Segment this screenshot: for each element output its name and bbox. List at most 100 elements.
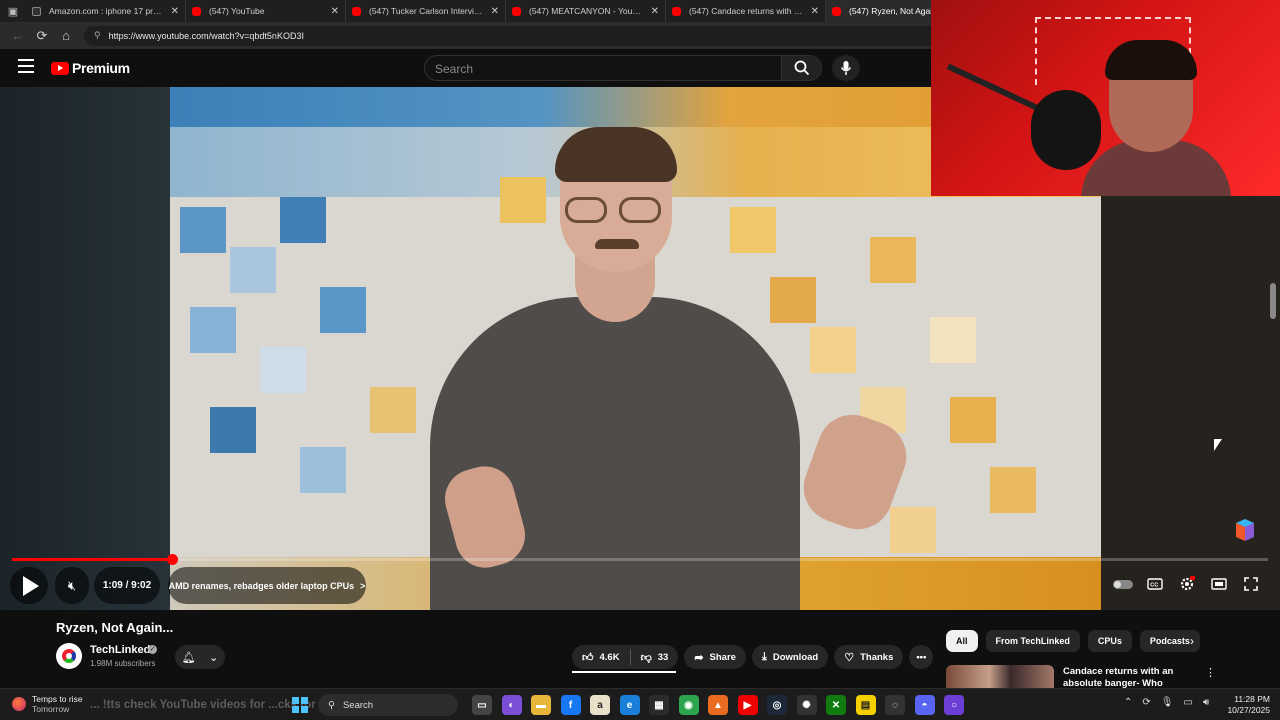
taskbar-apps: ▭ ◐ ▬ f a e ▦ ◉ ▲ ▶ ◎ ✺ ✕ ▤ ◌ ◓ ○ [472,695,964,715]
discord-icon[interactable]: ◓ [914,695,935,715]
channel-watermark-icon[interactable] [1234,519,1256,543]
autoplay-toggle[interactable] [1112,573,1134,595]
clock-date: 10/27/2025 [1227,705,1270,715]
youtube-icon [672,6,681,16]
taskbar-search[interactable]: ⚲ Search [318,694,458,716]
site-info-icon[interactable]: ⚲ [94,30,101,41]
search-button[interactable] [782,55,822,81]
network-icon[interactable]: ▭ [1183,697,1192,708]
close-tab-icon[interactable]: ✕ [491,6,499,17]
scrubber-handle[interactable] [166,554,178,565]
chip-from-channel[interactable]: From TechLinked [985,630,1080,652]
captions-button[interactable]: CC [1144,573,1166,595]
download-label: Download [772,651,819,663]
like-button[interactable]: 👍︎ 4.6K [572,645,630,669]
chevron-down-icon: ⌄ [209,651,219,664]
video-details: Ryzen, Not Again... TechLinked ✓ 1.98M s… [0,610,1280,688]
sticky-notes-icon[interactable]: ▤ [855,695,876,715]
menu-icon[interactable] [18,59,34,73]
subscription-bell-button[interactable]: 🔔︎ ⌄ [175,645,225,669]
progress-bar[interactable] [12,554,1268,565]
verified-icon: ✓ [148,645,157,654]
more-actions-button[interactable]: ••• [909,645,934,669]
steam-icon[interactable]: ◎ [767,695,787,715]
video-title: Ryzen, Not Again... [56,620,174,635]
thumbs-down-icon: 👎︎ [640,651,652,664]
amazon-icon[interactable]: a [590,695,610,715]
browser-tab[interactable]: (547) YouTube ✕ [186,0,346,22]
tab-actions-icon[interactable]: ▣ [0,0,26,22]
recommendation-thumbnail[interactable] [946,665,1054,688]
search-input[interactable]: Search [424,55,782,81]
player-right-controls: CC [1112,573,1262,595]
like-count: 4.6K [599,651,620,663]
channel-avatar[interactable] [56,643,82,669]
file-explorer-icon[interactable]: ▬ [531,695,551,715]
browser-tab[interactable]: (547) Candace returns with an ab ✕ [666,0,826,22]
voice-search-button[interactable] [832,55,860,81]
share-button[interactable]: ➦ Share [684,645,746,669]
chatgpt-icon[interactable]: ✺ [796,695,817,715]
dislike-button[interactable]: 👎︎ 33 [631,645,679,669]
facebook-icon[interactable]: f [560,695,581,715]
browser-tab[interactable]: Amazon.com : iphone 17 pro ma ✕ [26,0,186,22]
recommendation-filter-chips: All From TechLinked CPUs Podcasts [946,630,1200,652]
thanks-button[interactable]: ♡ Thanks [834,645,904,669]
chevron-right-icon[interactable]: › [1190,634,1194,648]
browser-tab[interactable]: (547) MEATCANYON - YouTube ✕ [506,0,666,22]
chip-all[interactable]: All [946,630,978,652]
back-arrow-icon[interactable]: ← [6,25,30,47]
browser-tab[interactable]: (547) Tucker Carlson Interviews N ✕ [346,0,506,22]
channel-name[interactable]: TechLinked [90,644,150,656]
settings-button[interactable] [1176,573,1198,595]
fullscreen-button[interactable] [1240,573,1262,595]
recommendation-title[interactable]: Candace returns with an absolute banger-… [1063,666,1203,688]
search-icon [794,60,809,76]
chevron-up-icon[interactable]: ⌃ [1124,697,1132,708]
microphone-icon [840,61,852,75]
play-icon [23,575,39,596]
tab-title: (547) YouTube [209,6,265,16]
windows-start-button[interactable] [292,697,308,713]
svg-text:CC: CC [1150,583,1158,589]
play-button[interactable] [10,567,48,604]
captions-icon: CC [1147,578,1163,590]
task-view-icon[interactable]: ▭ [472,695,492,715]
weather-widget[interactable]: Temps to rise Tomorrow [12,694,83,714]
obs-icon[interactable]: ◌ [885,695,905,715]
youtube-premium-logo[interactable]: Premium [51,60,130,76]
chapter-button[interactable]: AMD renames, rebadges older laptop CPUs … [168,567,366,604]
like-underline [572,671,676,673]
twitch-icon[interactable]: ○ [944,695,964,715]
volume-icon[interactable]: 🔊︎ [1203,697,1209,708]
microphone-icon[interactable]: 🎙︎ [1161,697,1174,708]
vlc-icon[interactable]: ▲ [708,695,728,715]
youtube-icon [352,6,361,16]
close-tab-icon[interactable]: ✕ [171,6,179,17]
share-icon: ➦ [694,651,704,664]
close-tab-icon[interactable]: ✕ [811,6,819,17]
close-tab-icon[interactable]: ✕ [331,6,339,17]
volume-muted-icon: 🔇︎ [67,577,77,593]
theater-mode-button[interactable] [1208,573,1230,595]
youtube-icon [192,6,201,16]
home-icon[interactable]: ⌂ [54,25,78,47]
taskbar-clock[interactable]: 11:28 PM 10/27/2025 [1222,694,1270,716]
edge-icon[interactable]: e [619,695,640,715]
reload-icon[interactable]: ⟳ [30,25,54,47]
xbox-icon[interactable]: ✕ [826,695,846,715]
page-scrollbar[interactable] [1270,283,1276,319]
download-button[interactable]: ⤓ Download [751,645,829,669]
fullscreen-icon [1244,577,1258,591]
chevron-right-icon: > [360,580,366,591]
calculator-icon[interactable]: ▦ [649,695,669,715]
copilot-icon[interactable]: ◐ [501,695,522,715]
more-vertical-icon[interactable]: ⋮ [1205,666,1216,679]
close-tab-icon[interactable]: ✕ [651,6,659,17]
chrome-icon[interactable]: ◉ [678,695,699,715]
mute-button[interactable]: 🔇︎ [55,567,89,604]
url-field[interactable]: ⚲ https://www.youtube.com/watch?v=qbdt5n… [84,25,944,46]
sync-icon[interactable]: ⟳ [1142,697,1150,708]
youtube-icon[interactable]: ▶ [737,695,758,715]
chip-cpus[interactable]: CPUs [1087,630,1132,652]
